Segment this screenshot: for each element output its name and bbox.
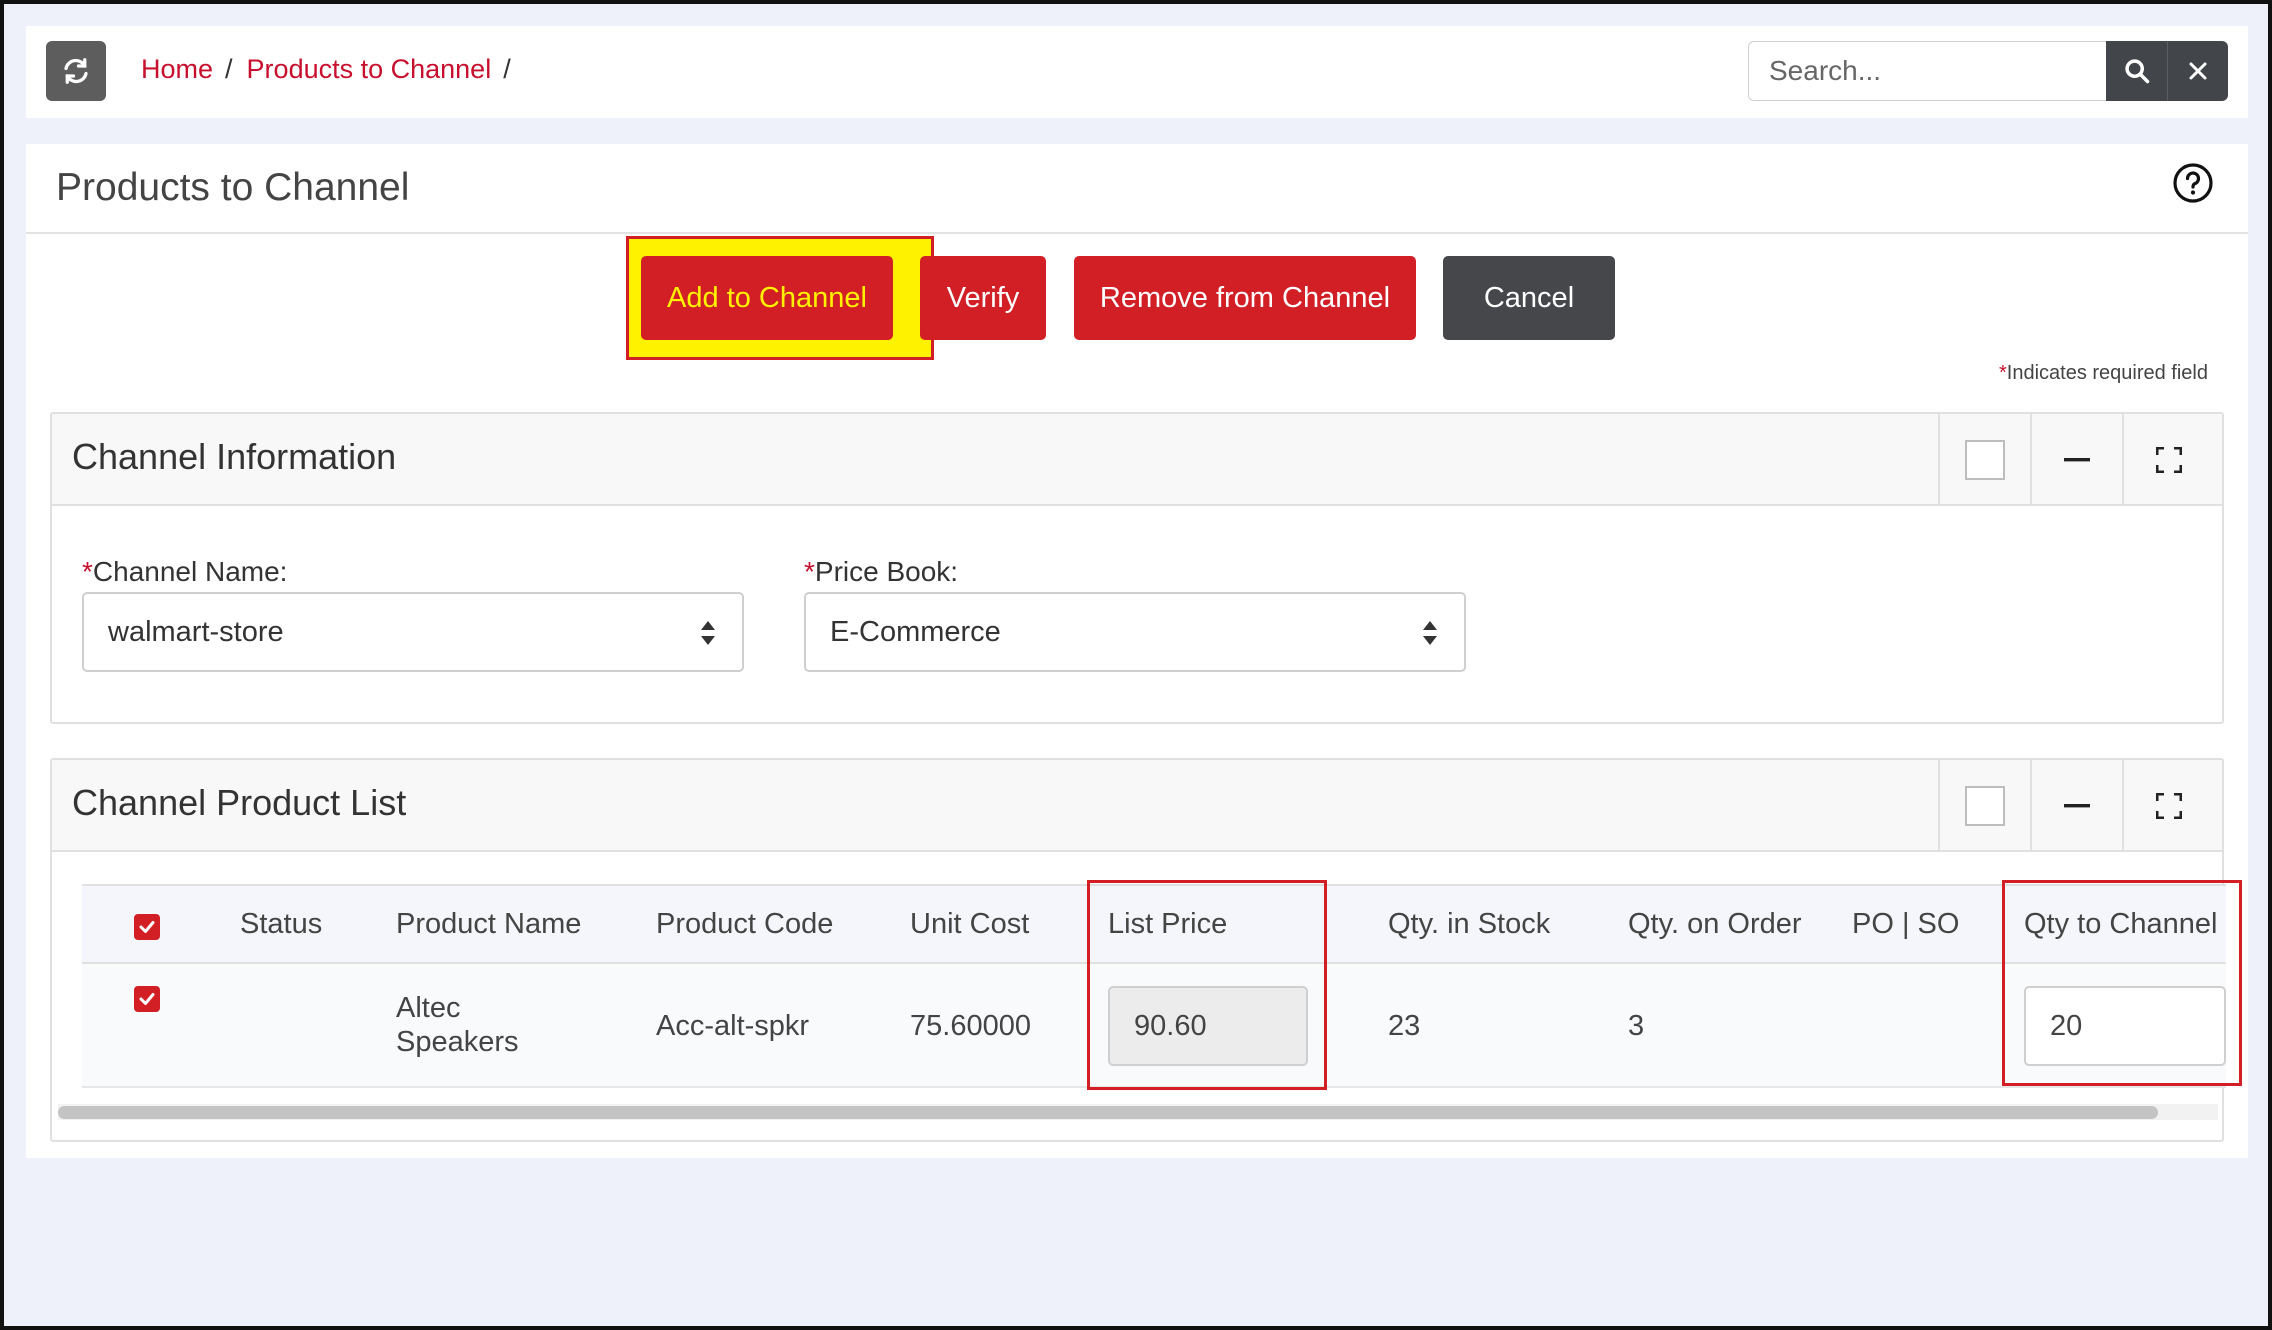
channel-name-select[interactable]: walmart-store <box>82 592 744 672</box>
verify-button[interactable]: Verify <box>920 256 1046 340</box>
row-product-code: Acc-alt-spkr <box>656 1010 810 1042</box>
panel-title: Channel Product List <box>72 782 407 823</box>
panel-select-checkbox[interactable] <box>1938 414 2030 506</box>
select-all-checkbox[interactable] <box>134 914 160 940</box>
remove-from-channel-button[interactable]: Remove from Channel <box>1074 256 1416 340</box>
checkmark-icon <box>139 993 155 1005</box>
channel-name-label: *Channel Name: <box>82 556 287 588</box>
channel-name-label-text: Channel Name: <box>92 556 288 587</box>
collapse-panel-button[interactable] <box>2030 760 2122 852</box>
top-bar: Home / Products to Channel / <box>26 26 2248 118</box>
checkbox-icon <box>1965 786 2005 826</box>
column-header-qty-in-stock[interactable]: Qty. in Stock <box>1388 908 1550 941</box>
checkmark-icon <box>139 921 155 933</box>
column-header-qty-on-order[interactable]: Qty. on Order <box>1628 908 1802 941</box>
expand-icon <box>2156 447 2182 473</box>
column-header-product-name[interactable]: Product Name <box>396 908 581 941</box>
minus-icon <box>2064 804 2090 808</box>
channel-information-panel: Channel Information *Channel Name: walma… <box>50 412 2224 724</box>
required-note-text: Indicates required field <box>2006 362 2208 384</box>
cancel-button[interactable]: Cancel <box>1443 256 1615 340</box>
search-input[interactable] <box>1748 41 2106 101</box>
sort-arrows-icon <box>701 621 715 645</box>
price-book-select[interactable]: E-Commerce <box>804 592 1466 672</box>
refresh-button[interactable] <box>46 41 106 101</box>
breadcrumb-separator: / <box>503 54 511 84</box>
scrollbar-thumb[interactable] <box>58 1106 2158 1119</box>
qty-to-channel-highlight-box <box>2002 880 2242 1086</box>
clear-search-button[interactable] <box>2167 41 2228 101</box>
search-icon <box>2124 59 2149 84</box>
refresh-icon <box>64 58 88 84</box>
horizontal-scrollbar[interactable] <box>58 1104 2218 1120</box>
column-header-po-so[interactable]: PO | SO <box>1852 908 1959 941</box>
channel-name-value: walmart-store <box>108 615 284 648</box>
search-group <box>1748 41 2228 101</box>
column-header-product-code[interactable]: Product Code <box>656 908 833 941</box>
required-star: * <box>804 556 815 587</box>
help-icon[interactable] <box>2172 162 2214 204</box>
panel-header: Channel Product List <box>52 760 2222 852</box>
expand-panel-button[interactable] <box>2122 760 2214 852</box>
title-divider <box>26 232 2248 234</box>
list-price-highlight-box <box>1087 880 1327 1090</box>
row-qty-on-order: 3 <box>1628 1010 1645 1042</box>
price-book-value: E-Commerce <box>830 615 1001 648</box>
minus-icon <box>2064 458 2090 462</box>
page-title: Products to Channel <box>56 166 410 209</box>
expand-panel-button[interactable] <box>2122 414 2214 506</box>
breadcrumb-separator: / <box>225 54 233 84</box>
column-header-unit-cost[interactable]: Unit Cost <box>910 908 1029 941</box>
panel-header: Channel Information <box>52 414 2222 506</box>
row-product-name-line2: Speakers <box>396 1026 519 1058</box>
required-star: * <box>1998 362 2007 384</box>
checkbox-icon <box>1965 440 2005 480</box>
sort-arrows-icon <box>1423 621 1437 645</box>
column-header-status[interactable]: Status <box>240 908 322 941</box>
breadcrumb: Home / Products to Channel / <box>141 54 525 85</box>
search-button[interactable] <box>2106 41 2167 101</box>
price-book-label-text: Price Book: <box>814 556 959 587</box>
row-qty-in-stock: 23 <box>1388 1010 1421 1042</box>
required-field-note: *Indicates required field <box>1999 362 2208 385</box>
expand-icon <box>2156 793 2182 819</box>
collapse-panel-button[interactable] <box>2030 414 2122 506</box>
panel-title: Channel Information <box>72 436 397 477</box>
price-book-label: *Price Book: <box>804 556 958 588</box>
add-to-channel-button[interactable]: Add to Channel <box>641 256 893 340</box>
breadcrumb-products-to-channel-link[interactable]: Products to Channel <box>247 54 492 85</box>
panel-select-checkbox[interactable] <box>1938 760 2030 852</box>
close-icon <box>2189 62 2207 80</box>
breadcrumb-home-link[interactable]: Home <box>141 54 213 85</box>
row-product-name-line1: Altec <box>396 992 461 1024</box>
required-star: * <box>82 556 93 587</box>
row-checkbox[interactable] <box>134 986 160 1012</box>
row-unit-cost: 75.60000 <box>910 1010 1031 1042</box>
